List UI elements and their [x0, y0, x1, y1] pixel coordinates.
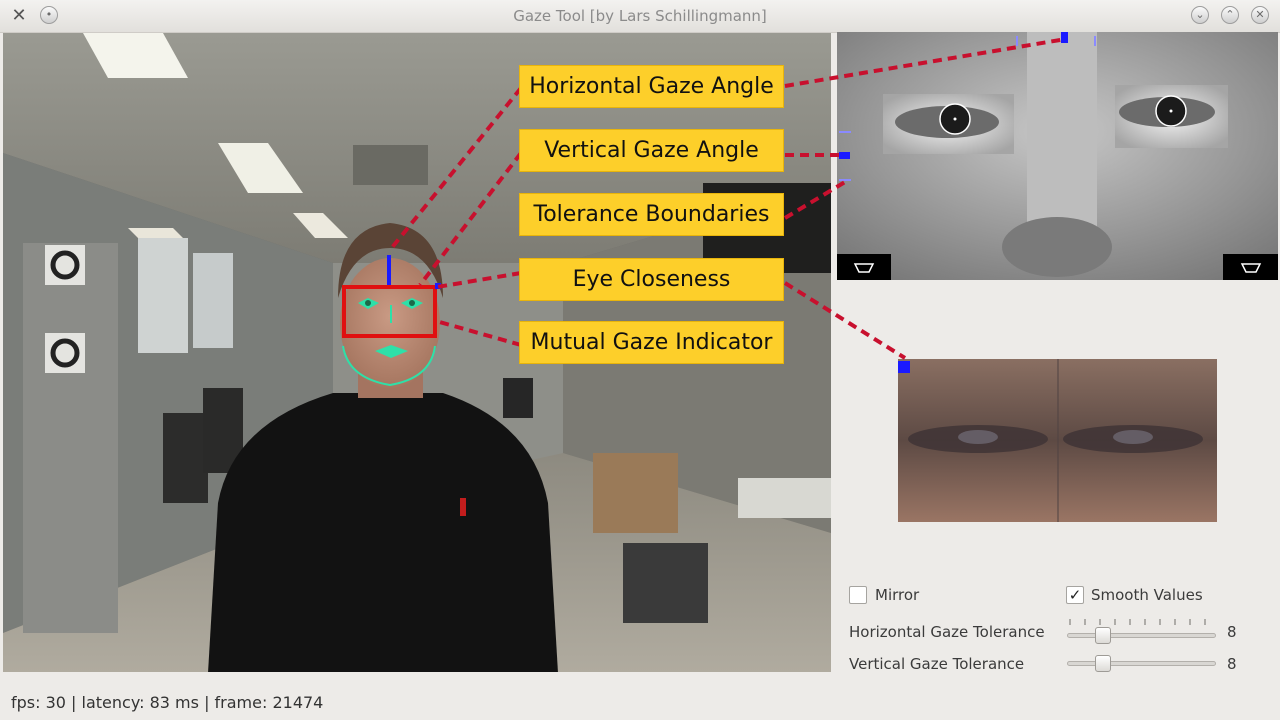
horizontal-tolerance-ticks — [1069, 619, 1206, 625]
eye-region-image — [837, 32, 1278, 280]
horizontal-tolerance-slider[interactable] — [1067, 627, 1216, 644]
label-horizontal-gaze-angle: Horizontal Gaze Angle — [519, 65, 784, 108]
horizontal-tolerance-handle[interactable] — [1095, 627, 1111, 644]
vertical-tolerance-slider[interactable] — [1067, 655, 1216, 672]
eye-closeness-view — [898, 359, 1217, 522]
smooth-values-checkbox[interactable]: ✓ — [1066, 586, 1084, 604]
vertical-tolerance-handle[interactable] — [1095, 655, 1111, 672]
label-vertical-gaze-angle: Vertical Gaze Angle — [519, 129, 784, 172]
mirror-checkbox[interactable] — [849, 586, 867, 604]
eye-closeness-image — [898, 359, 1217, 522]
minimize-button[interactable]: ⌄ — [1191, 6, 1209, 24]
label-tolerance-boundaries: Tolerance Boundaries — [519, 193, 784, 236]
label-mutual-gaze-indicator: Mutual Gaze Indicator — [519, 321, 784, 364]
close-button[interactable]: ✕ — [1251, 6, 1269, 24]
status-text: fps: 30 | latency: 83 ms | frame: 21474 — [11, 693, 324, 712]
vertical-tolerance-value: 8 — [1227, 655, 1237, 673]
horizontal-tolerance-label: Horizontal Gaze Tolerance — [849, 623, 1045, 641]
horizontal-tolerance-value: 8 — [1227, 623, 1237, 641]
eye-region-view — [837, 32, 1278, 280]
window-title: Gaze Tool [by Lars Schillingmann] — [513, 7, 767, 25]
title-bar: ✕ • Gaze Tool [by Lars Schillingmann] ⌄ … — [0, 0, 1280, 33]
label-eye-closeness: Eye Closeness — [519, 258, 784, 301]
mirror-label: Mirror — [875, 586, 920, 604]
maximize-button[interactable]: ⌃ — [1221, 6, 1239, 24]
vertical-tolerance-label: Vertical Gaze Tolerance — [849, 655, 1025, 673]
smooth-values-label: Smooth Values — [1091, 586, 1203, 604]
status-bar: fps: 30 | latency: 83 ms | frame: 21474 — [0, 686, 1280, 720]
